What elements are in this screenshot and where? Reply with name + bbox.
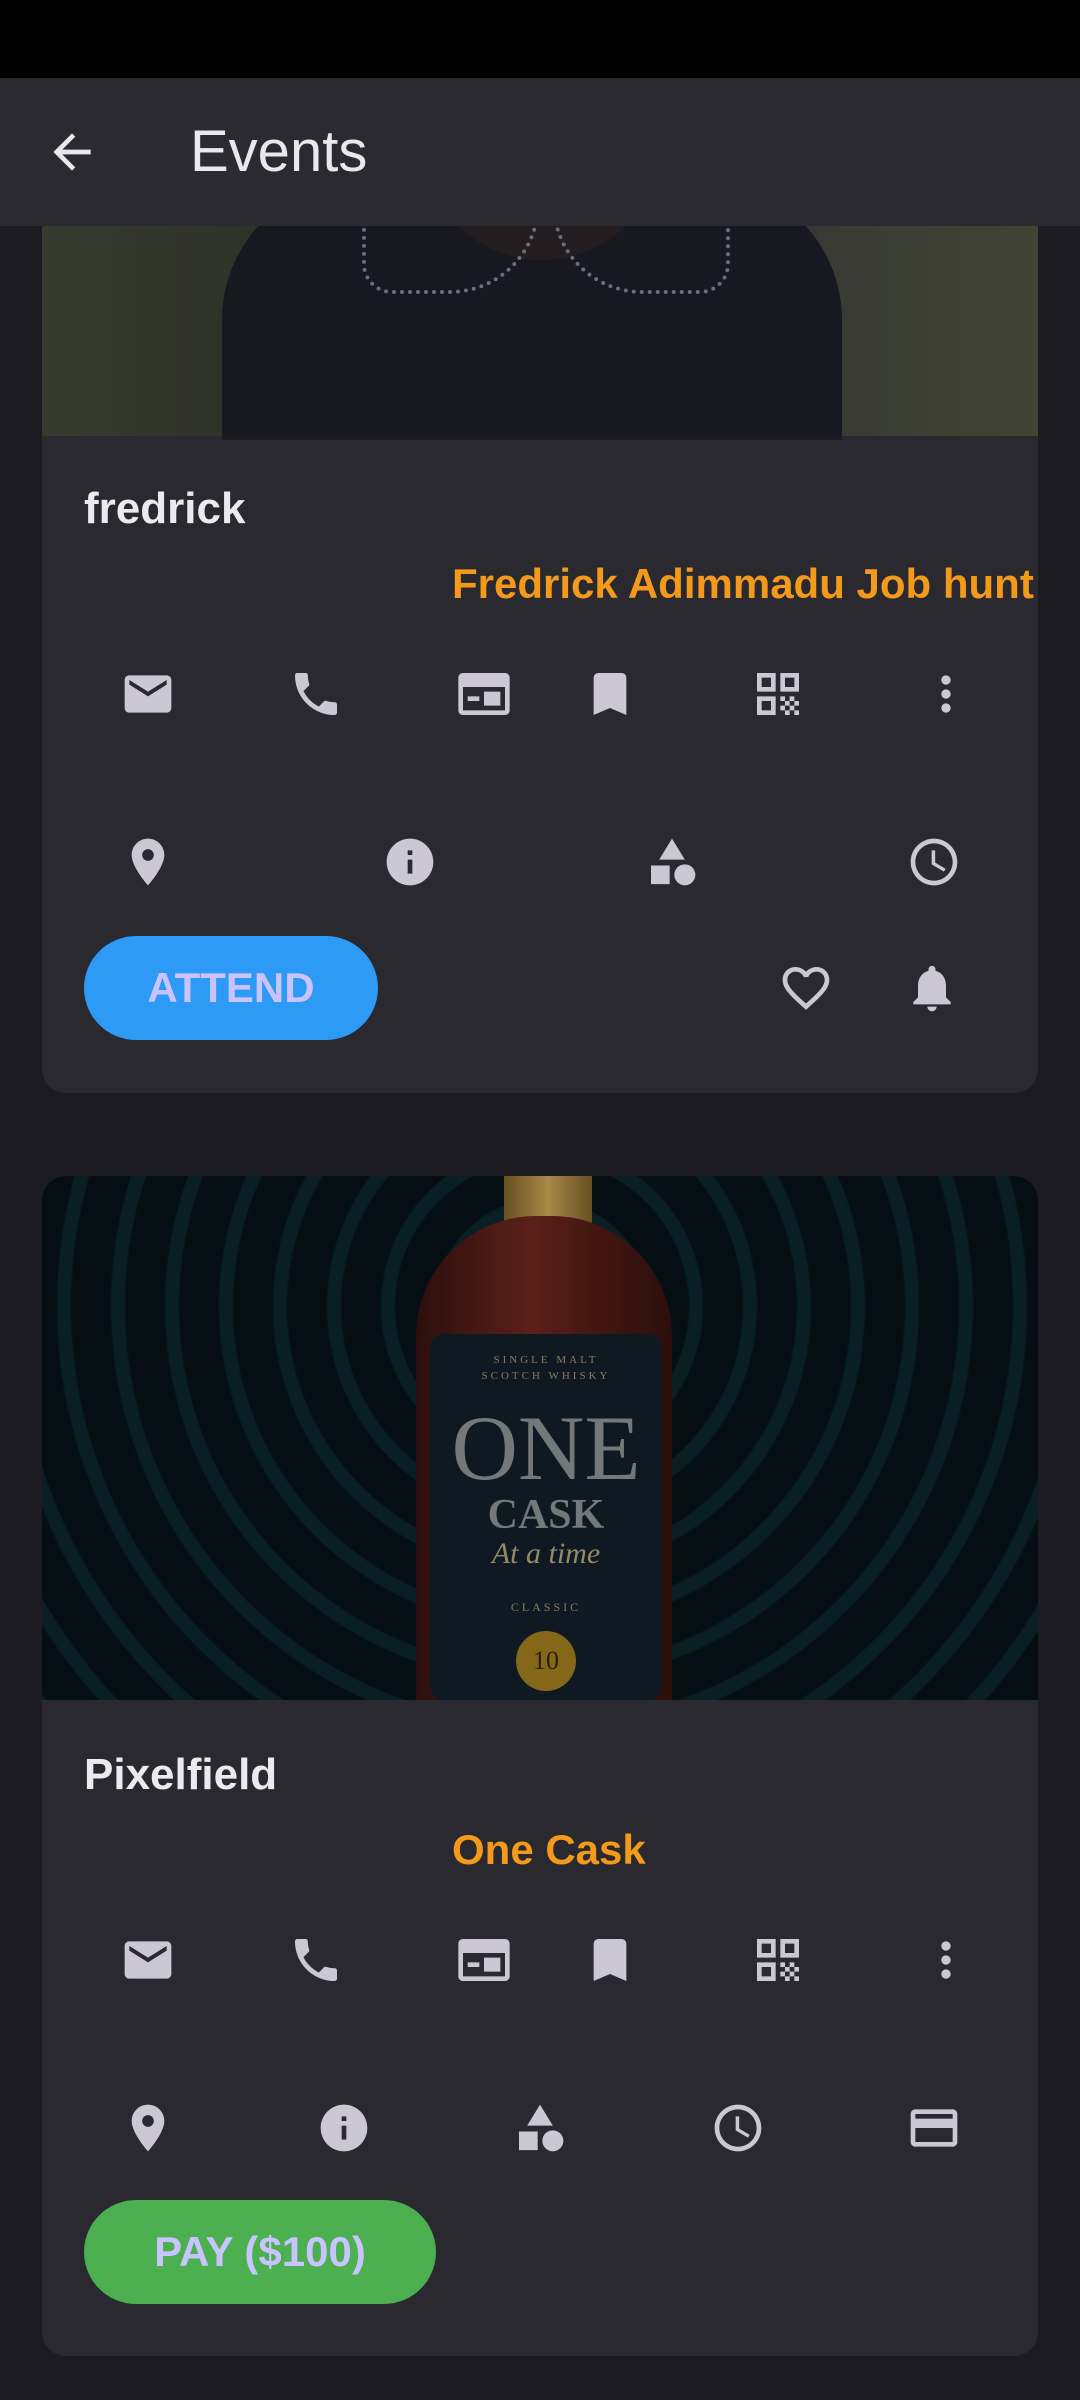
event-title: One Cask [452, 1826, 646, 1873]
qr-code-icon[interactable] [746, 662, 810, 726]
clock-icon[interactable] [706, 2096, 770, 2160]
more-vert-icon[interactable] [914, 662, 978, 726]
event-card[interactable]: SINGLE MALT SCOTCH WHISKY ONE CASK At a t… [42, 1176, 1038, 2356]
event-organizer: fredrick [84, 484, 246, 533]
card-view-icon[interactable] [452, 662, 516, 726]
status-bar [0, 0, 1080, 78]
page-title: Events [190, 119, 368, 184]
location-icon[interactable] [116, 2096, 180, 2160]
email-icon[interactable] [116, 1928, 180, 1992]
bookmark-icon[interactable] [578, 662, 642, 726]
qr-code-icon[interactable] [746, 1928, 810, 1992]
email-icon[interactable] [116, 662, 180, 726]
event-organizer: Pixelfield [84, 1750, 278, 1799]
info-icon[interactable] [378, 830, 442, 894]
card-view-icon[interactable] [452, 1928, 516, 1992]
credit-card-icon[interactable] [902, 2096, 966, 2160]
bell-icon[interactable] [900, 956, 964, 1020]
event-image: SINGLE MALT SCOTCH WHISKY ONE CASK At a t… [42, 1176, 1038, 1700]
category-icon[interactable] [508, 2096, 572, 2160]
bookmark-icon[interactable] [578, 1928, 642, 1992]
category-icon[interactable] [640, 830, 704, 894]
attend-button[interactable]: ATTEND [84, 936, 378, 1040]
clock-icon[interactable] [902, 830, 966, 894]
more-vert-icon[interactable] [914, 1928, 978, 1992]
back-button[interactable] [42, 122, 102, 182]
pay-button[interactable]: PAY ($100) [84, 2200, 436, 2304]
arrow-back-icon [53, 133, 91, 171]
phone-icon[interactable] [284, 1928, 348, 1992]
phone-icon[interactable] [284, 662, 348, 726]
event-card[interactable]: fredrick Fredrick Adimmadu Job hunt ATTE… [42, 140, 1038, 1093]
app-bar: Events [0, 78, 1080, 226]
info-icon[interactable] [312, 2096, 376, 2160]
event-title: Fredrick Adimmadu Job hunt [452, 560, 1034, 607]
heart-icon[interactable] [774, 956, 838, 1020]
location-icon[interactable] [116, 830, 180, 894]
